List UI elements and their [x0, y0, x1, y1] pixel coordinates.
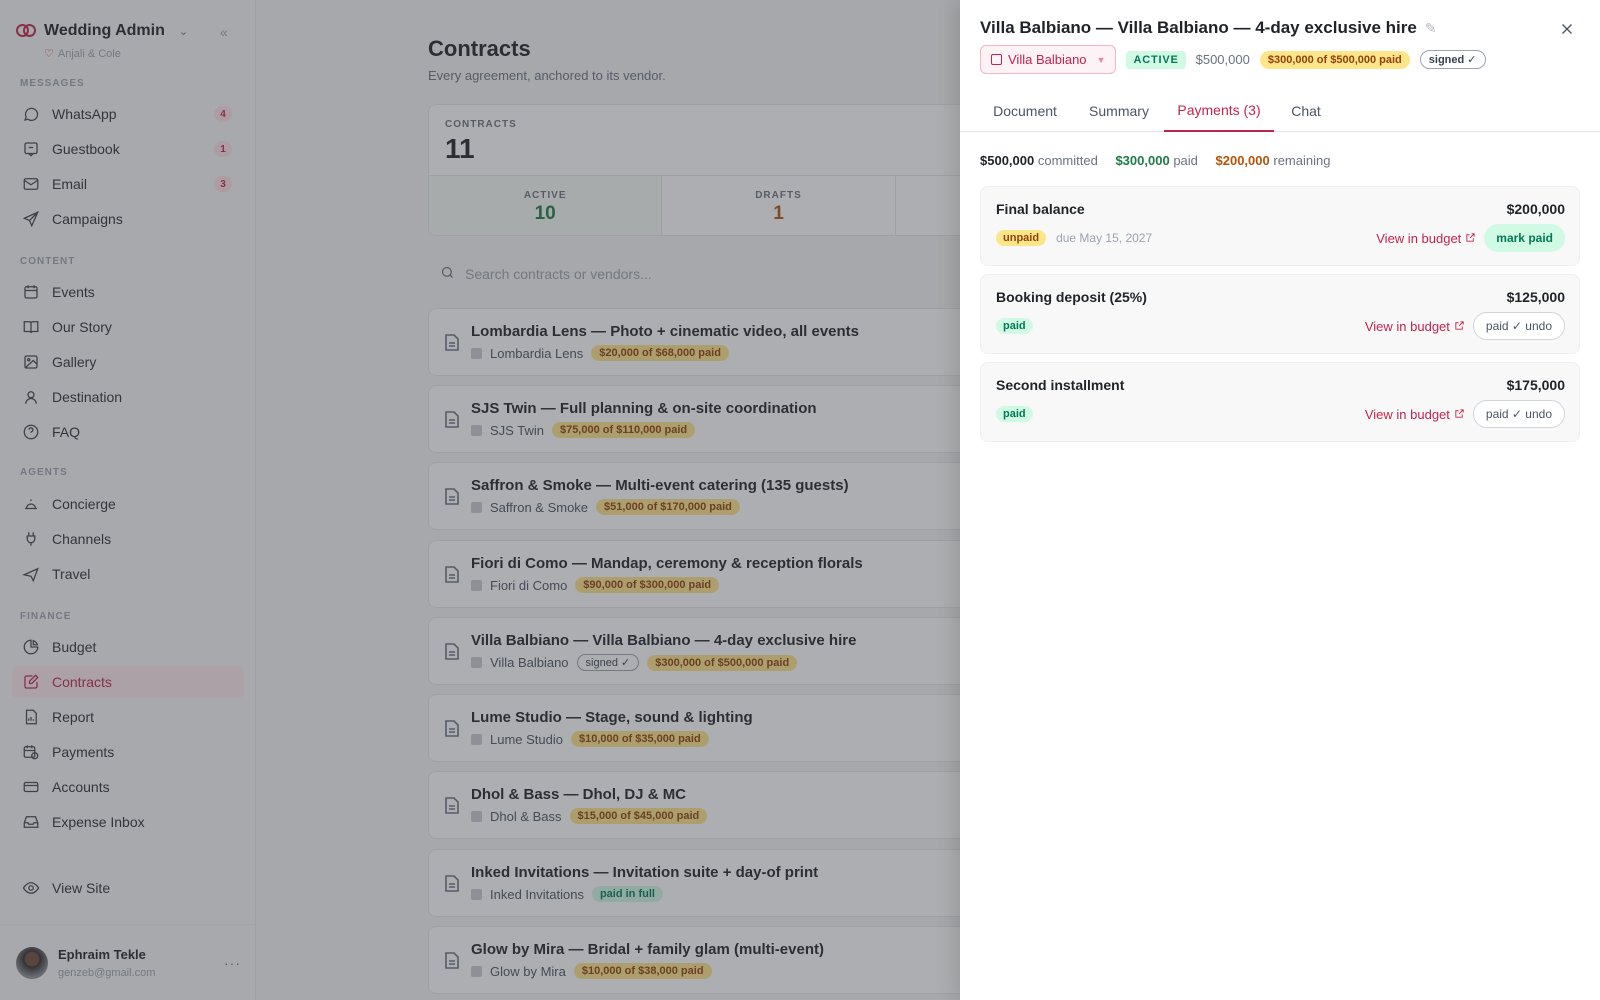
- undo-paid-button[interactable]: paid ✓ undo: [1472, 400, 1565, 428]
- status-badge: unpaid: [996, 230, 1047, 246]
- edit-pencil-icon[interactable]: ✎: [1425, 20, 1437, 37]
- status-badge: paid: [996, 406, 1033, 422]
- payment-summary: $500,000 committed $300,000 paid $200,00…: [980, 153, 1330, 168]
- tab-document[interactable]: Document: [980, 90, 1070, 132]
- signed-badge: signed ✓: [1419, 50, 1486, 69]
- payment-name: Final balance: [996, 201, 1085, 217]
- vendor-select-value: Villa Balbiano: [1008, 52, 1087, 67]
- contract-drawer: Villa Balbiano — Villa Balbiano — 4-day …: [960, 0, 1600, 1000]
- payment-name: Booking deposit (25%): [996, 289, 1147, 305]
- undo-paid-button[interactable]: paid ✓ undo: [1472, 312, 1565, 340]
- external-link-icon: [1454, 319, 1465, 334]
- remaining-amount: $200,000: [1215, 153, 1270, 168]
- payment-amount: $175,000: [1506, 377, 1565, 393]
- close-icon[interactable]: [1558, 20, 1576, 38]
- drawer-title: Villa Balbiano — Villa Balbiano — 4-day …: [980, 18, 1417, 37]
- payment-amount: $125,000: [1506, 289, 1565, 305]
- view-in-budget-link[interactable]: View in budget: [1365, 319, 1465, 334]
- drawer-tabs: Document Summary Payments (3) Chat: [960, 90, 1600, 132]
- payment-card: Booking deposit (25%) $125,000 paid View…: [980, 274, 1580, 354]
- view-in-budget-link[interactable]: View in budget: [1365, 407, 1465, 422]
- payment-amount: $200,000: [1506, 201, 1565, 217]
- mark-paid-button[interactable]: mark paid: [1484, 224, 1565, 252]
- view-in-budget-label: View in budget: [1364, 318, 1450, 334]
- status-badge: paid: [996, 318, 1033, 334]
- building-icon: [991, 54, 1002, 65]
- external-link-icon: [1465, 231, 1476, 246]
- view-in-budget-label: View in budget: [1364, 406, 1450, 422]
- chevron-down-icon: ▼: [1096, 54, 1106, 65]
- tab-chat[interactable]: Chat: [1274, 90, 1338, 132]
- drawer-meta: Villa Balbiano ▼ ACTIVE $500,000 $300,00…: [980, 45, 1486, 74]
- paid-label: paid: [1173, 153, 1198, 168]
- paid-progress-badge: $300,000 of $500,000 paid: [1259, 50, 1410, 69]
- tab-summary[interactable]: Summary: [1070, 90, 1168, 132]
- payment-card: Second installment $175,000 paid View in…: [980, 362, 1580, 442]
- view-in-budget-label: View in budget: [1376, 230, 1462, 246]
- contract-amount: $500,000: [1195, 52, 1250, 67]
- payment-name: Second installment: [996, 377, 1125, 393]
- remaining-label: remaining: [1273, 153, 1331, 168]
- external-link-icon: [1454, 407, 1465, 422]
- due-date: due May 15, 2027: [1056, 231, 1153, 245]
- payment-card: Final balance $200,000 unpaid due May 15…: [980, 186, 1580, 266]
- committed-amount: $500,000: [980, 153, 1035, 168]
- status-badge: ACTIVE: [1126, 50, 1186, 69]
- vendor-select[interactable]: Villa Balbiano ▼: [980, 45, 1117, 74]
- paid-amount: $300,000: [1115, 153, 1170, 168]
- tab-payments[interactable]: Payments (3): [1164, 90, 1274, 132]
- committed-label: committed: [1037, 153, 1098, 168]
- drawer-title-row: Villa Balbiano — Villa Balbiano — 4-day …: [980, 18, 1437, 38]
- view-in-budget-link[interactable]: View in budget: [1376, 231, 1476, 246]
- modal-backdrop[interactable]: [0, 0, 960, 1000]
